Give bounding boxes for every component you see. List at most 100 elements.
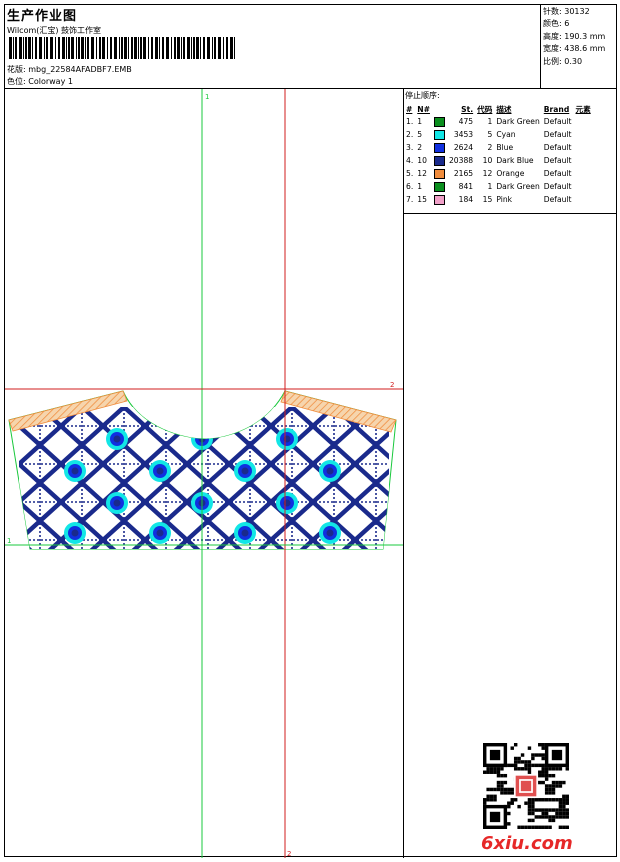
row-brand: Default	[543, 195, 572, 204]
row-needle: 5	[417, 130, 423, 139]
header-info: 生产作业图 Wilcom(汇宝) 鼓饰工作室 花版: mbg_22584AFAD…	[5, 5, 541, 89]
guide-mark-right: 2	[390, 381, 394, 389]
qr-code	[483, 743, 569, 829]
row-code: 15	[482, 195, 493, 204]
colorway-label: 色位:	[7, 77, 26, 86]
row-swatch	[432, 154, 447, 167]
row-swatch	[432, 180, 447, 193]
color-table-header: # N# St. 代码 描述 Brand 元素	[404, 103, 593, 115]
row-swatch	[432, 115, 447, 128]
production-sheet: 生产作业图 Wilcom(汇宝) 鼓饰工作室 花版: mbg_22584AFAD…	[4, 4, 617, 858]
row-description: Dark Green	[496, 117, 540, 126]
stat-height: 高度: 190.3 mm	[543, 31, 606, 41]
row-description: Cyan	[496, 130, 516, 139]
row-description: Dark Blue	[496, 156, 534, 165]
stats-block: 针数: 30132 颜色: 6 高度: 190.3 mm 宽度: 438.6 m…	[541, 5, 617, 89]
flower-mark	[241, 529, 249, 537]
row-stitches: 20388	[448, 156, 474, 165]
row-needle: 10	[417, 156, 427, 165]
row-description: Pink	[496, 195, 513, 204]
color-table: # N# St. 代码 描述 Brand 元素 1. 1 475 1 Dark Gree…	[404, 103, 593, 206]
stop-sequence-title: 停止顺序:	[405, 91, 440, 100]
row-code: 1	[487, 117, 493, 126]
row-brand: Default	[543, 156, 572, 165]
row-brand: Default	[543, 117, 572, 126]
colorway-value: Colorway 1	[28, 77, 73, 86]
table-row: 7. 15 184 15 Pink Default	[404, 193, 593, 206]
guide-mark-bottom: 2	[287, 850, 291, 858]
row-stitches: 475	[458, 117, 474, 126]
flower-mark	[71, 467, 79, 475]
embroidery-preview: 1 1 2 2	[5, 89, 403, 858]
row-index: 7.	[406, 195, 414, 204]
barcode	[9, 37, 235, 59]
flower-mark	[326, 467, 334, 475]
table-row: 6. 1 841 1 Dark Green Default	[404, 180, 593, 193]
row-description: Blue	[496, 143, 514, 152]
row-index: 3.	[406, 143, 414, 152]
guide-mark-top: 1	[205, 93, 209, 101]
col-code: 代码	[477, 104, 493, 114]
row-swatch	[432, 128, 447, 141]
row-swatch	[432, 141, 447, 154]
design-canvas: 1 1 2 2	[5, 89, 404, 858]
table-row: 4. 10 20388 10 Dark Blue Default	[404, 154, 593, 167]
color-swatch	[433, 129, 445, 140]
design-file-value: mbg_22584AFADBF7.EMB	[28, 65, 132, 74]
flower-mark	[156, 529, 164, 537]
design-file-label: 花版:	[7, 65, 26, 74]
row-brand: Default	[543, 143, 572, 152]
row-swatch	[432, 193, 447, 206]
color-swatch	[433, 181, 445, 192]
stop-sequence-panel: 停止顺序: # N# St. 代码 描述 Brand 元素 1. 1 475 1 Dar…	[404, 89, 617, 214]
row-needle: 1	[417, 182, 423, 191]
row-index: 2.	[406, 130, 414, 139]
color-swatch	[433, 142, 445, 153]
row-stitches: 841	[458, 182, 474, 191]
row-index: 1.	[406, 117, 414, 126]
table-row: 2. 5 3453 5 Cyan Default	[404, 128, 593, 141]
col-element: 元素	[575, 104, 591, 114]
col-stitches: St.	[461, 104, 474, 114]
row-code: 5	[487, 130, 493, 139]
row-swatch	[432, 167, 447, 180]
flower-mark	[241, 467, 249, 475]
color-swatch	[433, 155, 445, 166]
col-number: N#	[417, 104, 430, 114]
flower-mark	[71, 529, 79, 537]
guide-mark-left: 1	[7, 537, 11, 545]
row-description: Dark Green	[496, 182, 540, 191]
row-needle: 12	[417, 169, 427, 178]
col-index: #	[406, 104, 413, 114]
color-swatch	[433, 194, 445, 205]
row-index: 4.	[406, 156, 414, 165]
row-needle: 2	[417, 143, 423, 152]
row-code: 10	[482, 156, 493, 165]
col-swatch	[432, 103, 447, 115]
row-description: Orange	[496, 169, 525, 178]
flower-mark	[113, 499, 121, 507]
stat-width: 宽度: 438.6 mm	[543, 44, 606, 54]
page-title: 生产作业图	[7, 9, 78, 24]
flower-mark	[113, 435, 121, 443]
row-stitches: 184	[458, 195, 474, 204]
row-brand: Default	[543, 130, 572, 139]
row-brand: Default	[543, 169, 572, 178]
row-stitches: 2624	[453, 143, 474, 152]
col-description: 描述	[496, 104, 512, 114]
row-code: 2	[487, 143, 493, 152]
flower-mark	[326, 529, 334, 537]
color-swatch	[433, 168, 445, 179]
stat-scale: 比例: 0.30	[543, 56, 583, 66]
design-file-line: 花版: mbg_22584AFADBF7.EMB	[7, 64, 132, 75]
colorway-line: 色位: Colorway 1	[7, 76, 73, 87]
row-brand: Default	[543, 182, 572, 191]
watermark-logo: 6xiu.com	[481, 833, 573, 854]
stat-colors: 颜色: 6	[543, 19, 570, 29]
col-brand: Brand	[543, 104, 570, 114]
row-needle: 15	[417, 195, 427, 204]
row-code: 1	[487, 182, 493, 191]
row-index: 5.	[406, 169, 414, 178]
row-stitches: 2165	[453, 169, 474, 178]
row-index: 6.	[406, 182, 414, 191]
